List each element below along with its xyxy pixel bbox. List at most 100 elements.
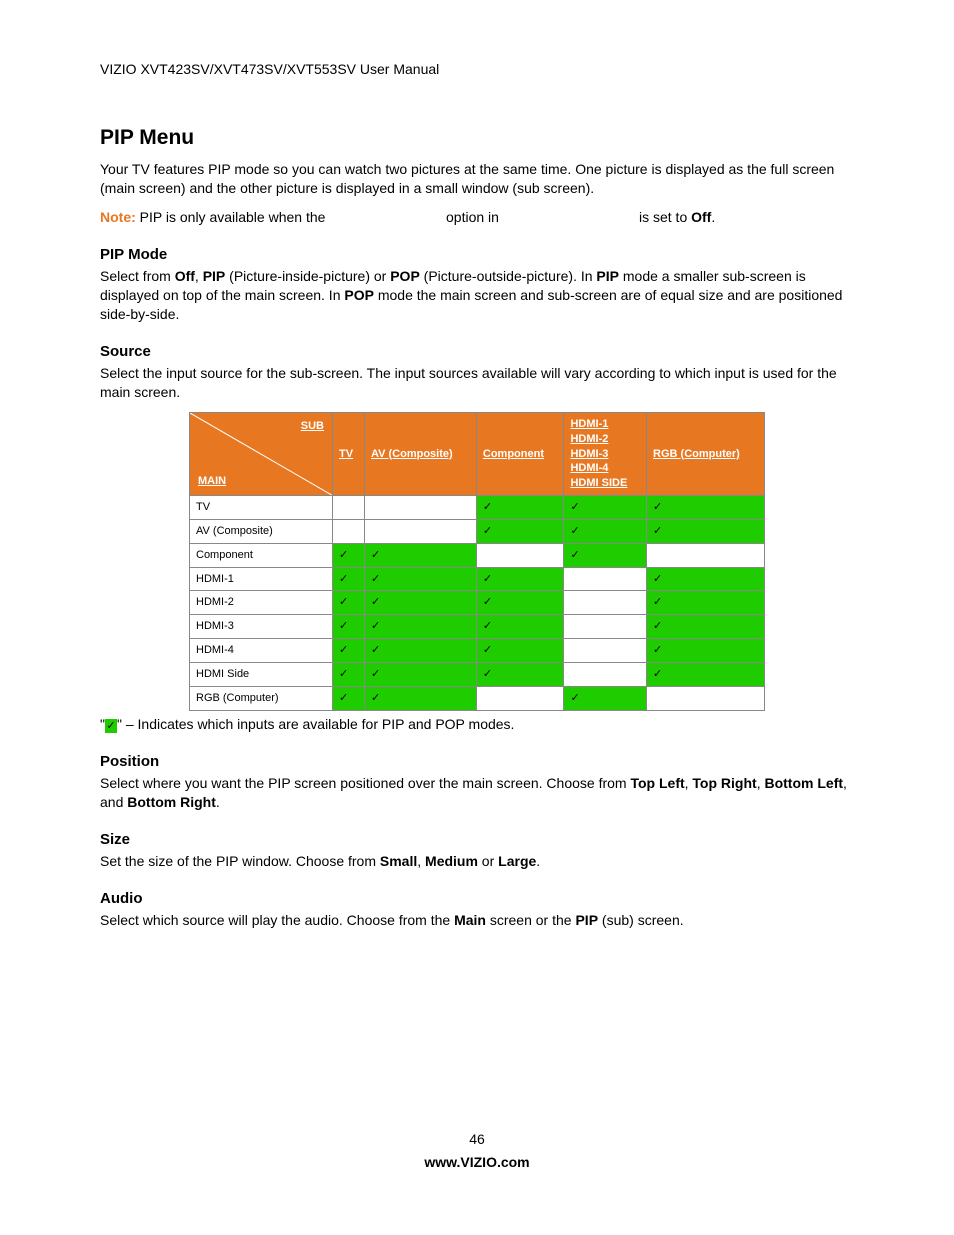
pm-pippar: (Picture-inside-picture) or xyxy=(225,268,390,284)
aud-mid: screen or the xyxy=(486,912,576,928)
col-av: AV (Composite) xyxy=(364,412,476,495)
check-cell: ✓ xyxy=(564,519,647,543)
col-hdmi: HDMI-1 HDMI-2 HDMI-3 HDMI-4 HDMI SIDE xyxy=(564,412,647,495)
table-row: HDMI-4✓✓✓✓ xyxy=(190,639,765,663)
empty-cell xyxy=(476,543,564,567)
page-footer: 46 www.VIZIO.com xyxy=(100,1130,854,1172)
note-t3: is set to xyxy=(639,209,691,225)
note-gap1 xyxy=(329,209,442,225)
doc-header: VIZIO XVT423SV/XVT473SV/XVT553SV User Ma… xyxy=(100,60,854,79)
check-cell: ✓ xyxy=(333,662,365,686)
pm-pop: POP xyxy=(390,268,420,284)
check-cell: ✓ xyxy=(333,615,365,639)
check-cell: ✓ xyxy=(333,591,365,615)
col-component-label: Component xyxy=(483,448,544,460)
note-gap2 xyxy=(503,209,635,225)
check-cell: ✓ xyxy=(364,686,476,710)
check-cell: ✓ xyxy=(476,662,564,686)
empty-cell xyxy=(564,567,647,591)
footer-url: www.VIZIO.com xyxy=(100,1153,854,1172)
check-cell: ✓ xyxy=(364,662,476,686)
col-tv-label: TV xyxy=(339,448,353,460)
check-cell: ✓ xyxy=(647,639,765,663)
row-label: AV (Composite) xyxy=(190,519,333,543)
check-cell: ✓ xyxy=(476,615,564,639)
audio-heading: Audio xyxy=(100,889,854,909)
table-row: TV✓✓✓ xyxy=(190,496,765,520)
table-row: HDMI-1✓✓✓✓ xyxy=(190,567,765,591)
table-row: HDMI Side✓✓✓✓ xyxy=(190,662,765,686)
col-rgb: RGB (Computer) xyxy=(647,412,765,495)
size-s3: . xyxy=(536,853,540,869)
aud-end: (sub) screen. xyxy=(598,912,684,928)
check-cell: ✓ xyxy=(476,591,564,615)
pm-poppar: (Picture-outside-picture). In xyxy=(420,268,597,284)
row-label: HDMI-4 xyxy=(190,639,333,663)
check-cell: ✓ xyxy=(476,496,564,520)
check-cell: ✓ xyxy=(333,567,365,591)
check-cell: ✓ xyxy=(333,543,365,567)
corner-main-label: MAIN xyxy=(198,474,226,489)
pipmode-heading: PIP Mode xyxy=(100,245,854,265)
check-cell: ✓ xyxy=(364,615,476,639)
aud-pip: PIP xyxy=(575,912,598,928)
pm-pip: PIP xyxy=(203,268,226,284)
pos-tl: Top Left xyxy=(630,775,684,791)
position-paragraph: Select where you want the PIP screen pos… xyxy=(100,774,854,812)
source-heading: Source xyxy=(100,342,854,362)
size-paragraph: Set the size of the PIP window. Choose f… xyxy=(100,852,854,871)
corner-sub-label: SUB xyxy=(301,419,324,434)
pos-t1: Select where you want the PIP screen pos… xyxy=(100,775,630,791)
empty-cell xyxy=(333,519,365,543)
check-cell: ✓ xyxy=(647,591,765,615)
empty-cell xyxy=(364,496,476,520)
row-label: HDMI Side xyxy=(190,662,333,686)
pip-compat-table: SUB MAIN TV AV (Composite) Component HDM… xyxy=(189,412,765,711)
size-heading: Size xyxy=(100,830,854,850)
aud-t1: Select which source will play the audio.… xyxy=(100,912,454,928)
legend-line: "✓" – Indicates which inputs are availab… xyxy=(100,715,854,734)
check-cell: ✓ xyxy=(476,639,564,663)
note-period: . xyxy=(711,209,715,225)
col-av-label: AV (Composite) xyxy=(371,448,453,460)
empty-cell xyxy=(564,662,647,686)
pm-s1: , xyxy=(195,268,203,284)
size-lg: Large xyxy=(498,853,536,869)
col-hdmi-l5: HDMI SIDE xyxy=(570,476,640,491)
size-sm: Small xyxy=(380,853,417,869)
check-cell: ✓ xyxy=(647,567,765,591)
source-paragraph: Select the input source for the sub-scre… xyxy=(100,364,854,402)
audio-paragraph: Select which source will play the audio.… xyxy=(100,911,854,930)
check-cell: ✓ xyxy=(564,543,647,567)
pm-pip2: PIP xyxy=(596,268,619,284)
note-line: Note: PIP is only available when the opt… xyxy=(100,208,854,227)
check-cell: ✓ xyxy=(476,519,564,543)
table-corner-cell: SUB MAIN xyxy=(190,412,333,495)
col-hdmi-l4: HDMI-4 xyxy=(570,461,640,476)
table-row: Component✓✓✓ xyxy=(190,543,765,567)
check-cell: ✓ xyxy=(564,686,647,710)
note-t2: option in xyxy=(446,209,503,225)
pm-t1: Select from xyxy=(100,268,175,284)
check-cell: ✓ xyxy=(364,591,476,615)
check-cell: ✓ xyxy=(476,567,564,591)
table-row: AV (Composite)✓✓✓ xyxy=(190,519,765,543)
pos-tr: Top Right xyxy=(692,775,756,791)
intro-paragraph: Your TV features PIP mode so you can wat… xyxy=(100,160,854,198)
legend-check-icon: ✓ xyxy=(105,719,117,733)
empty-cell xyxy=(564,615,647,639)
pipmode-paragraph: Select from Off, PIP (Picture-inside-pic… xyxy=(100,267,854,324)
check-cell: ✓ xyxy=(364,543,476,567)
check-cell: ✓ xyxy=(647,496,765,520)
check-cell: ✓ xyxy=(364,639,476,663)
table-row: HDMI-2✓✓✓✓ xyxy=(190,591,765,615)
size-s2: or xyxy=(478,853,498,869)
check-cell: ✓ xyxy=(333,686,365,710)
size-md: Medium xyxy=(425,853,478,869)
size-t1: Set the size of the PIP window. Choose f… xyxy=(100,853,380,869)
col-tv: TV xyxy=(333,412,365,495)
empty-cell xyxy=(364,519,476,543)
position-heading: Position xyxy=(100,752,854,772)
legend-q2: " – Indicates which inputs are available… xyxy=(117,716,514,732)
check-cell: ✓ xyxy=(364,567,476,591)
